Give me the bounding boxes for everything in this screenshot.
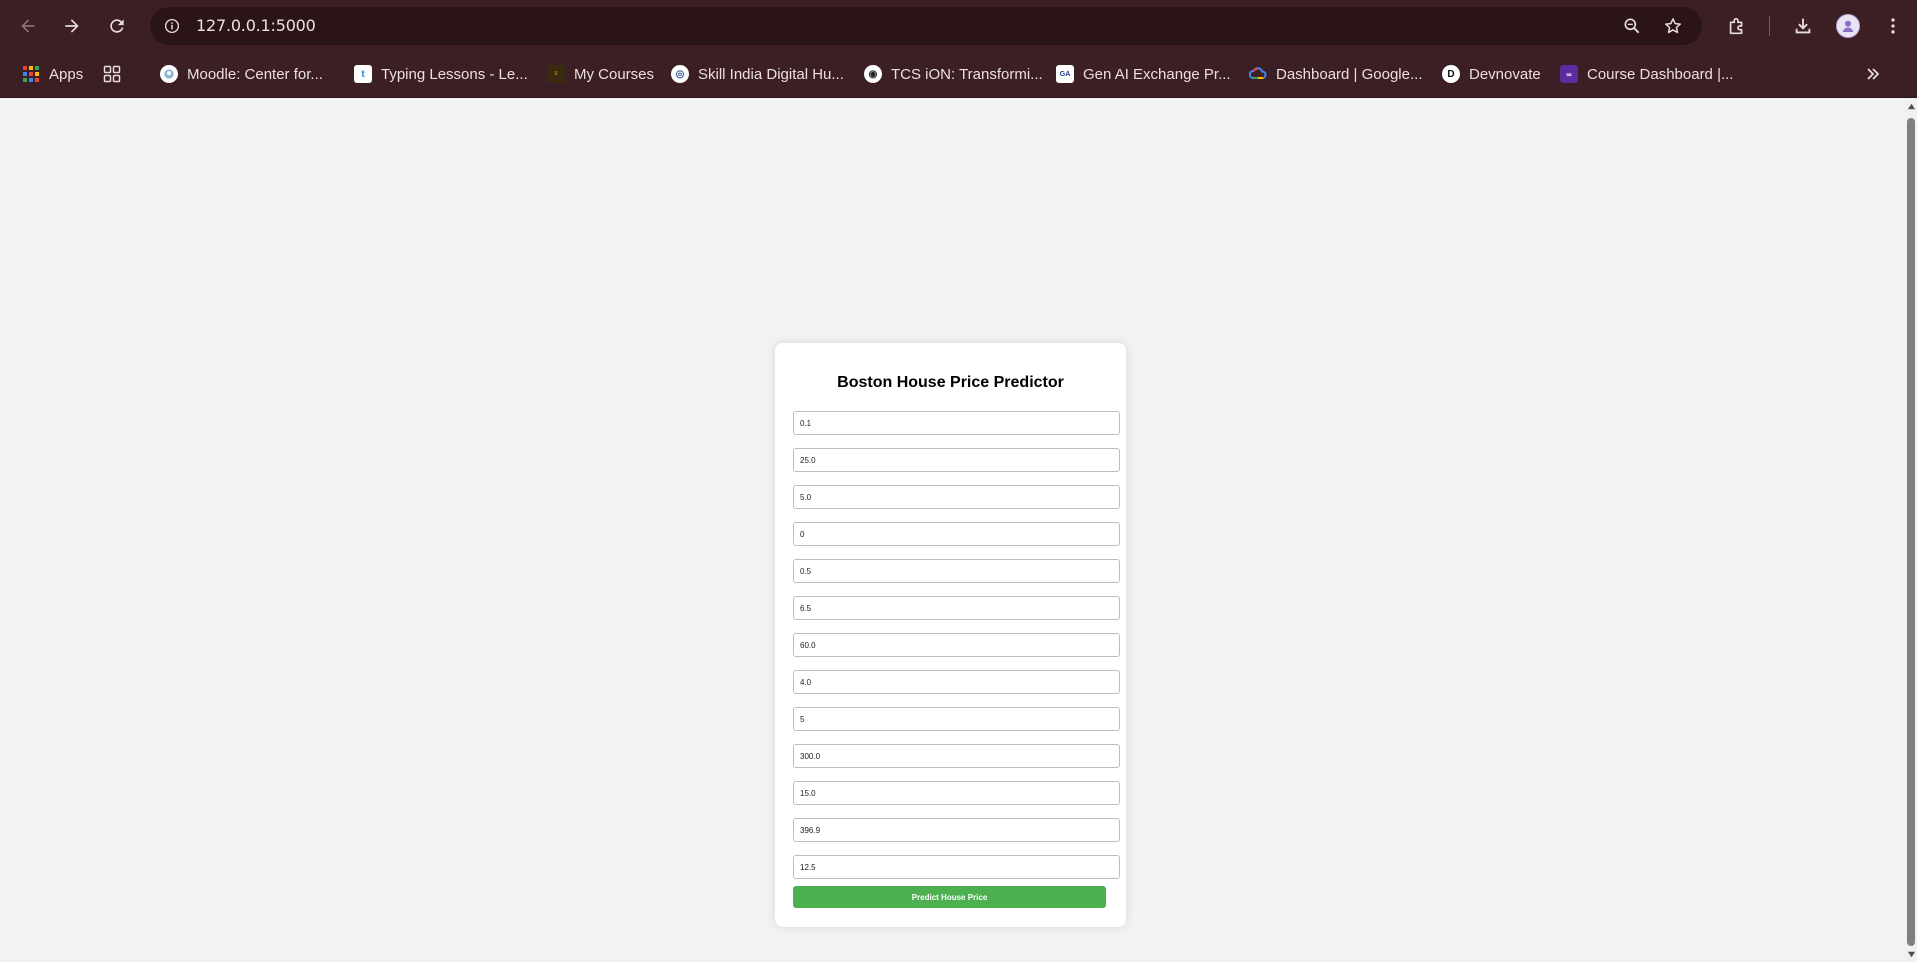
bookmark-typing-lessons[interactable]: t Typing Lessons - Le... <box>354 62 528 86</box>
puzzle-icon <box>1729 17 1743 35</box>
bookmark-devnovate[interactable]: D Devnovate <box>1442 62 1541 86</box>
bookmark-label: Dashboard | Google... <box>1276 65 1423 83</box>
reload-button[interactable] <box>101 10 133 42</box>
browser-toolbar: 127.0.0.1:5000 <box>0 0 1917 52</box>
tcs-ion-icon: ◉ <box>864 65 882 83</box>
bookmark-label: My Courses <box>574 65 655 83</box>
downloads-button[interactable] <box>1789 12 1817 40</box>
bookmark-apps[interactable]: Apps <box>22 62 83 86</box>
bookmark-label: Typing Lessons - Le... <box>381 65 528 83</box>
arrow-right-icon <box>65 19 79 33</box>
scroll-down-arrow-icon[interactable] <box>1906 949 1916 959</box>
feature-input-11[interactable] <box>793 781 1120 805</box>
scroll-up-arrow-icon[interactable] <box>1906 101 1916 111</box>
feature-input-8[interactable] <box>793 670 1120 694</box>
bookmark-gen-ai-exchange[interactable]: GA Gen AI Exchange Pr... <box>1056 62 1231 86</box>
address-bar[interactable]: 127.0.0.1:5000 <box>150 7 1702 45</box>
courses-icon: ≡ <box>547 65 565 83</box>
feature-input-10[interactable] <box>793 744 1120 768</box>
google-cloud-icon <box>1249 65 1267 83</box>
gen-ai-icon: GA <box>1056 65 1074 83</box>
kebab-menu-icon <box>1891 18 1895 34</box>
chevron-double-right-icon <box>1867 68 1880 80</box>
site-info-button[interactable] <box>160 14 184 38</box>
forward-button[interactable] <box>56 10 88 42</box>
devnovate-icon: D <box>1442 65 1460 83</box>
bookmark-label: Devnovate <box>1469 65 1541 83</box>
feature-input-6[interactable] <box>793 596 1120 620</box>
bookmark-label: TCS iON: Transformi... <box>891 65 1043 83</box>
page-title: Boston House Price Predictor <box>837 374 1064 391</box>
skill-india-icon: ◎ <box>671 65 689 83</box>
feature-input-1[interactable] <box>793 411 1120 435</box>
feature-input-2[interactable] <box>793 448 1120 472</box>
predictor-card: Boston House Price Predictor Predict Hou… <box>775 343 1126 927</box>
bookmark-label: Moodle: Center for... <box>187 65 323 83</box>
arrow-left-icon <box>21 19 35 33</box>
more-bookmarks-button[interactable] <box>1864 62 1882 86</box>
bookmark-label: Apps <box>49 65 84 83</box>
tab-groups-icon <box>103 65 121 83</box>
download-icon <box>1795 18 1811 34</box>
avatar-icon <box>1842 20 1854 32</box>
predict-button[interactable]: Predict House Price <box>793 886 1106 908</box>
bookmarks-bar: Apps Moodle: Center for... t Typing Less… <box>0 52 1917 98</box>
bookmark-skill-india[interactable]: ◎ Skill India Digital Hu... <box>671 62 844 86</box>
bookmark-star-button[interactable] <box>1661 14 1685 38</box>
toolbar-divider <box>1769 16 1770 36</box>
feature-input-13[interactable] <box>793 855 1120 879</box>
bookmark-label: Gen AI Exchange Pr... <box>1083 65 1231 83</box>
feature-input-3[interactable] <box>793 485 1120 509</box>
url-text: 127.0.0.1:5000 <box>196 16 316 35</box>
bookmark-moodle[interactable]: Moodle: Center for... <box>160 62 323 86</box>
zoom-icon <box>1624 18 1640 34</box>
reload-icon <box>110 19 124 33</box>
feature-input-9[interactable] <box>793 707 1120 731</box>
feature-input-4[interactable] <box>793 522 1120 546</box>
bookmark-label: Skill India Digital Hu... <box>698 65 844 83</box>
bookmark-my-courses[interactable]: ≡ My Courses <box>547 62 654 86</box>
bookmark-dashboard-google[interactable]: Dashboard | Google... <box>1249 62 1422 86</box>
zoom-button[interactable] <box>1620 14 1644 38</box>
moodle-icon <box>160 65 178 83</box>
info-icon <box>164 18 180 34</box>
browser-menu-button[interactable] <box>1879 12 1907 40</box>
back-button[interactable] <box>12 10 44 42</box>
feature-input-7[interactable] <box>793 633 1120 657</box>
course-dashboard-icon: ∞ <box>1560 65 1578 83</box>
bookmark-tab-groups[interactable] <box>103 62 130 86</box>
extensions-button[interactable] <box>1723 12 1751 40</box>
typing-icon: t <box>354 65 372 83</box>
bookmark-course-dashboard[interactable]: ∞ Course Dashboard |... <box>1560 62 1733 86</box>
star-icon <box>1665 18 1681 34</box>
apps-grid-icon <box>22 65 40 83</box>
scrollbar-thumb[interactable] <box>1907 118 1915 946</box>
feature-input-5[interactable] <box>793 559 1120 583</box>
page-viewport: Boston House Price Predictor Predict Hou… <box>0 98 1905 962</box>
profile-avatar[interactable] <box>1836 14 1860 38</box>
feature-input-12[interactable] <box>793 818 1120 842</box>
bookmark-tcs-ion[interactable]: ◉ TCS iON: Transformi... <box>864 62 1043 86</box>
page-scrollbar[interactable] <box>1905 98 1917 962</box>
bookmark-label: Course Dashboard |... <box>1587 65 1734 83</box>
